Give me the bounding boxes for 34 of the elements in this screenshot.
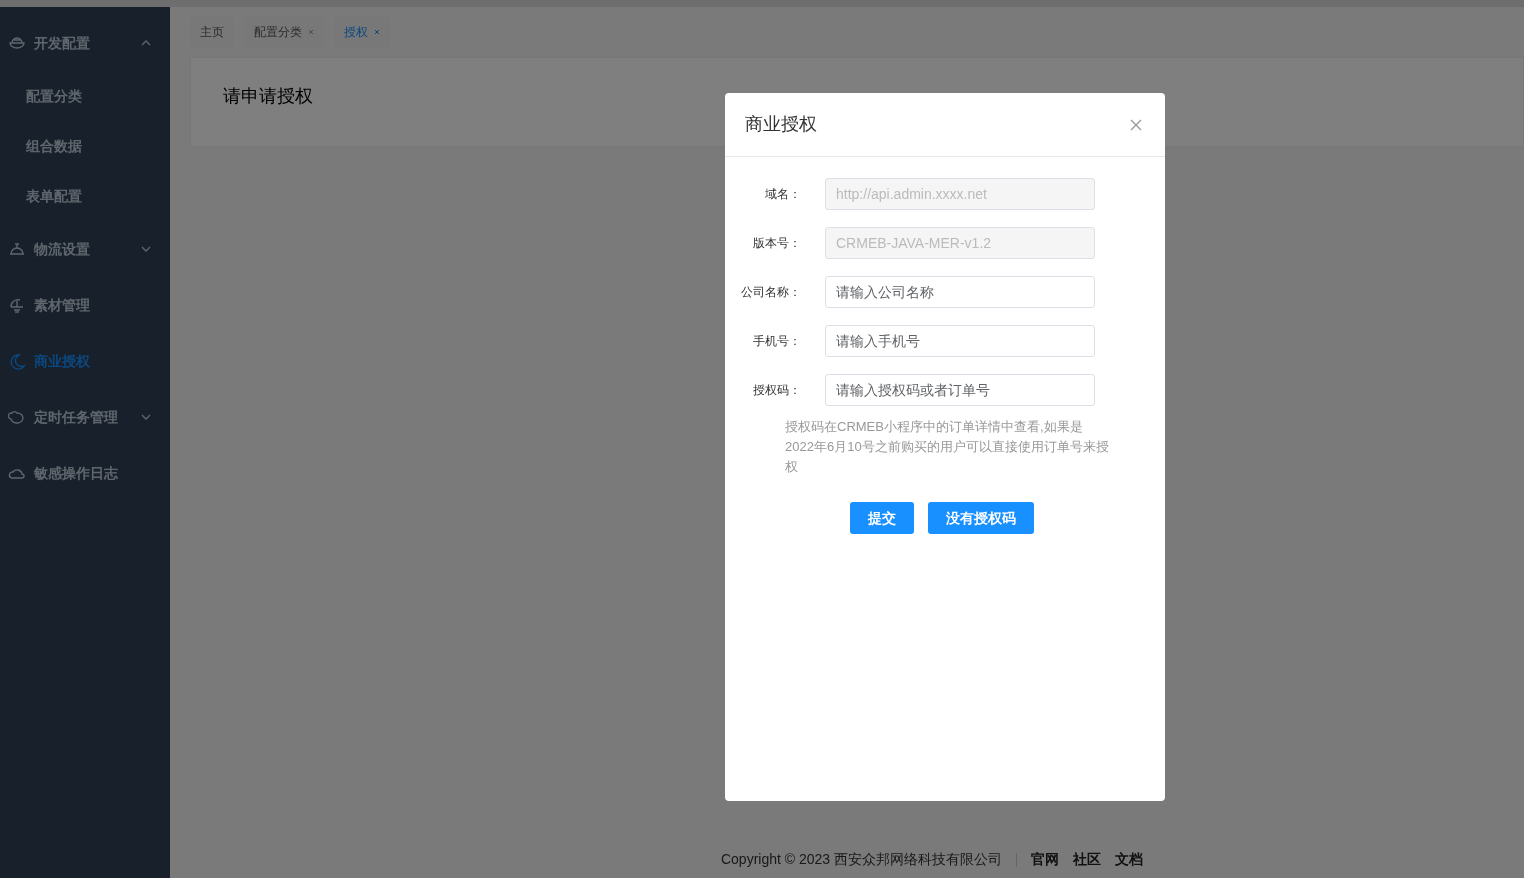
sidebar-subitem[interactable]: 配置分类 — [0, 71, 170, 121]
primary-button[interactable]: 没有授权码 — [928, 502, 1034, 534]
field-label: 手机号： — [752, 333, 802, 350]
footer-link[interactable]: 社区 — [1073, 849, 1101, 870]
sidebar-subitem[interactable]: 组合数据 — [0, 121, 170, 171]
sidebar-item[interactable]: 商业授权 — [0, 333, 170, 389]
footer-link[interactable]: 官网 — [1031, 849, 1059, 870]
field-label: 公司名称： — [740, 284, 802, 301]
input-field[interactable]: 请输入手机号 — [825, 325, 1095, 357]
field-label: 授权码： — [752, 382, 802, 399]
bowl-icon — [8, 34, 26, 52]
bell-icon — [8, 240, 26, 258]
close-icon[interactable] — [374, 29, 380, 35]
sidebar-item[interactable]: 敏感操作日志 — [0, 445, 170, 501]
dialog-title: 商业授权 — [745, 113, 817, 136]
hint-text: 授权码在CRMEB小程序中的订单详情中查看,如果是2022年6月10号之前购买的用户可以直接使用订单号来授权 — [785, 418, 1110, 476]
primary-button[interactable]: 提交 — [850, 502, 914, 534]
sidebar-item[interactable]: 素材管理 — [0, 277, 170, 333]
input-field[interactable]: 请输入授权码或者订单号 — [825, 374, 1095, 406]
sidebar-item[interactable]: 定时任务管理 — [0, 389, 170, 445]
input-field[interactable]: 请输入公司名称 — [825, 276, 1095, 308]
close-icon — [1129, 117, 1143, 132]
close-icon[interactable] — [308, 29, 314, 35]
field-label: 域名： — [764, 186, 802, 203]
sidebar-item[interactable]: 物流设置 — [0, 221, 170, 277]
footer-link[interactable]: 文档 — [1115, 849, 1143, 870]
loop-icon — [8, 408, 26, 426]
moon-icon — [8, 352, 26, 370]
field-label: 版本号： — [752, 235, 802, 252]
lamp-icon — [8, 296, 26, 314]
sidebar-subitem[interactable]: 表单配置 — [0, 171, 170, 221]
page-heading: 请申请授权 — [223, 86, 314, 108]
copyright-text: Copyright © 2023 西安众邦网络科技有限公司 — [720, 850, 1002, 869]
sidebar-item[interactable]: 开发配置 — [0, 15, 170, 71]
